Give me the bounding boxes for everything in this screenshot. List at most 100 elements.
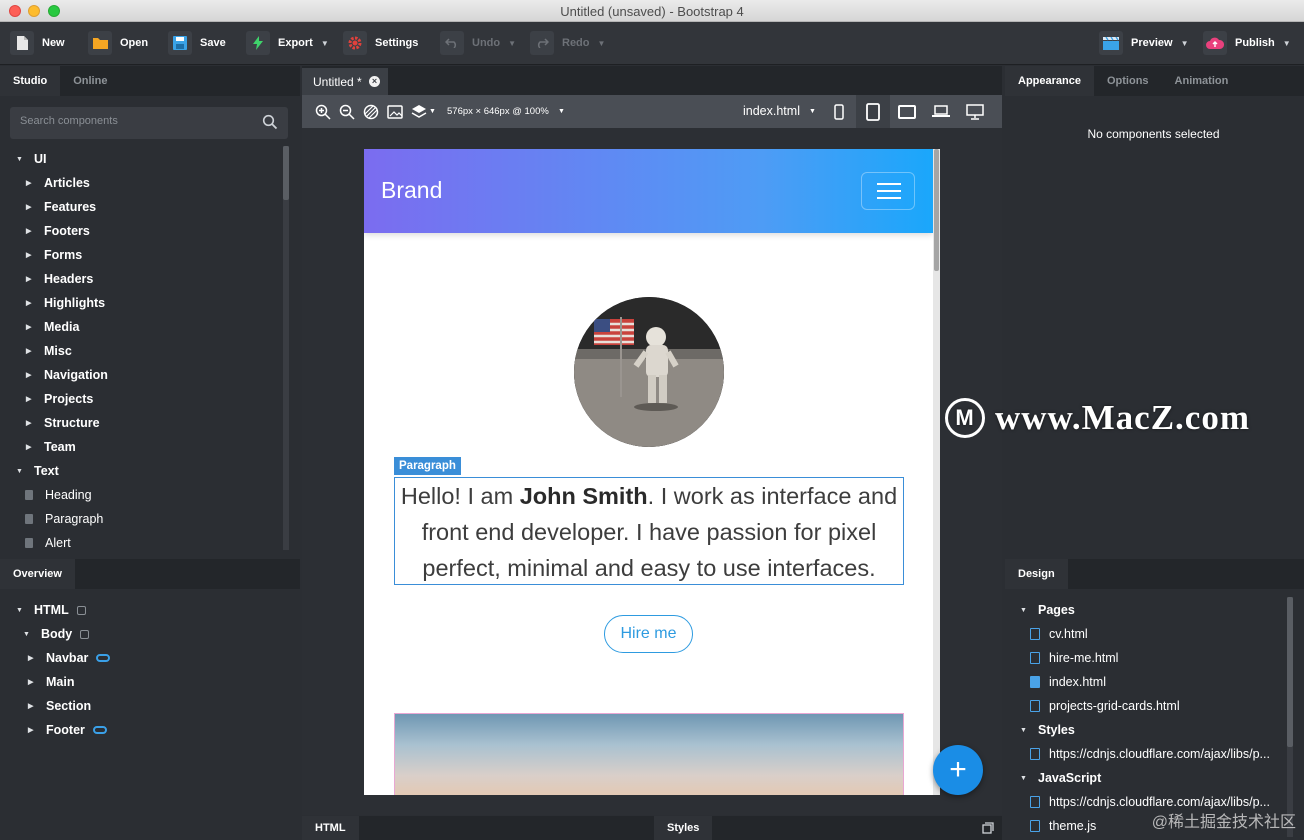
para-name: John Smith [519,483,648,509]
component-item[interactable]: ▶ Misc [26,341,72,361]
device-laptop-button[interactable] [924,95,958,128]
page-item-active[interactable]: index.html [1030,672,1106,692]
undo-button[interactable]: Undo ▼ [440,30,516,56]
tab-studio[interactable]: Studio [0,66,61,96]
style-item[interactable]: https://cdnjs.cloudflare.com/ajax/libs/p… [1030,744,1270,764]
bottom-bar: HTML Styles [302,816,1002,840]
overview-footer[interactable]: ▶ Footer [28,720,107,740]
component-label: Headers [44,272,94,286]
page-select[interactable]: index.html [743,104,800,118]
group-text[interactable]: ▼ Text [16,461,59,481]
hire-me-button[interactable]: Hire me [604,615,693,653]
component-item[interactable]: Alert [25,533,71,553]
tab-options[interactable]: Options [1094,66,1162,96]
preview-button[interactable]: Preview ▼ [1099,30,1189,56]
tab-overview[interactable]: Overview [0,559,75,589]
group-ui[interactable]: ▼ UI [16,149,47,169]
export-button[interactable]: Export ▼ [246,30,329,56]
caret-down-icon: ▼ [23,630,30,638]
zoom-in-icon[interactable] [314,103,332,121]
component-item[interactable]: ▶ Articles [26,173,90,193]
component-label: Features [44,200,97,214]
overview-html[interactable]: ▼ HTML [16,600,86,620]
document-tab[interactable]: Untitled * × [302,68,388,95]
settings-label: Settings [375,37,419,49]
zoom-out-icon[interactable] [338,103,356,121]
search-input[interactable] [20,115,250,127]
publish-button[interactable]: Publish ▼ [1203,30,1291,56]
tab-styles[interactable]: Styles [654,816,713,840]
overview-body[interactable]: ▼ Body [23,624,90,644]
hero-image[interactable] [394,713,904,795]
gear-icon [343,31,367,55]
brand-logo-text[interactable]: Brand [381,177,442,204]
page-item[interactable]: hire-me.html [1030,648,1118,668]
component-item[interactable]: ▶ Highlights [26,293,105,313]
new-button[interactable]: New [10,30,65,56]
component-item[interactable]: ▶ Projects [26,389,93,409]
design-group-styles[interactable]: ▼ Styles [1020,720,1075,740]
page-label: cv.html [1049,627,1088,641]
design-scrollbar[interactable] [1287,597,1293,837]
component-item[interactable]: ▶ Features [26,197,96,217]
search-icon[interactable] [262,114,278,130]
caret-right-icon: ▶ [26,372,32,379]
add-component-button[interactable]: + [933,745,983,795]
component-item[interactable]: ▶ Media [26,317,79,337]
chevron-down-icon[interactable]: ▼ [429,108,436,115]
overview-section[interactable]: ▶ Section [28,696,91,716]
tab-online[interactable]: Online [60,66,120,96]
preview-page[interactable]: Brand Paragraph Hello! I am John Smith. … [364,149,933,795]
hamburger-menu-icon[interactable] [861,172,915,210]
page-item[interactable]: cv.html [1030,624,1088,644]
device-tablet-button[interactable] [856,95,890,128]
design-group-label: JavaScript [1038,771,1102,785]
page-scrollbar[interactable] [933,149,940,795]
disable-icon[interactable] [362,103,380,121]
no-selection-message: No components selected [1087,127,1220,141]
component-item[interactable]: ▶ Structure [26,413,100,433]
design-group-javascript[interactable]: ▼ JavaScript [1020,768,1101,788]
chevron-down-icon[interactable]: ▼ [558,108,565,115]
redo-button[interactable]: Redo ▼ [530,30,605,56]
avatar[interactable] [574,297,724,447]
component-item[interactable]: Paragraph [25,509,103,529]
paragraph[interactable]: Hello! I am John Smith. I work as interf… [394,477,904,585]
tab-appearance[interactable]: Appearance [1005,66,1094,96]
chevron-down-icon[interactable]: ▼ [809,108,816,115]
overview-main[interactable]: ▶ Main [28,672,74,692]
device-tablet-landscape-button[interactable] [890,95,924,128]
scroll-thumb[interactable] [934,149,939,271]
component-item[interactable]: ▶ Team [26,437,76,457]
open-button[interactable]: Open [88,30,148,56]
js-item[interactable]: theme.js [1030,816,1096,836]
component-item[interactable]: ▶ Headers [26,269,93,289]
image-icon[interactable] [386,103,404,121]
scroll-thumb[interactable] [1287,597,1293,747]
tab-design[interactable]: Design [1005,559,1068,589]
tab-animation[interactable]: Animation [1162,66,1242,96]
device-desktop-button[interactable] [958,95,992,128]
expand-icon[interactable] [982,822,994,834]
page-item[interactable]: projects-grid-cards.html [1030,696,1180,716]
layers-icon[interactable] [410,103,428,121]
canvas-size-label[interactable]: 576px × 646px @ 100% [447,106,549,117]
device-phone-button[interactable] [822,95,856,128]
components-scrollbar[interactable] [283,146,289,550]
settings-button[interactable]: Settings [343,30,418,56]
component-item[interactable]: ▶ Forms [26,245,82,265]
component-item[interactable]: Heading [25,485,92,505]
close-tab-icon[interactable]: × [369,76,380,87]
preview-navbar[interactable]: Brand [364,149,933,233]
design-group-pages[interactable]: ▼ Pages [1020,600,1075,620]
component-item[interactable]: ▶ Footers [26,221,90,241]
tab-html[interactable]: HTML [302,816,359,840]
component-item[interactable]: ▶ Navigation [26,365,108,385]
preview-label: Preview [1131,37,1173,49]
caret-right-icon: ▶ [26,324,32,331]
overview-navbar[interactable]: ▶ Navbar [28,648,111,668]
scroll-thumb[interactable] [283,146,289,200]
link-icon [92,726,107,734]
save-button[interactable]: Save [168,30,226,56]
component-label: Misc [44,344,72,358]
